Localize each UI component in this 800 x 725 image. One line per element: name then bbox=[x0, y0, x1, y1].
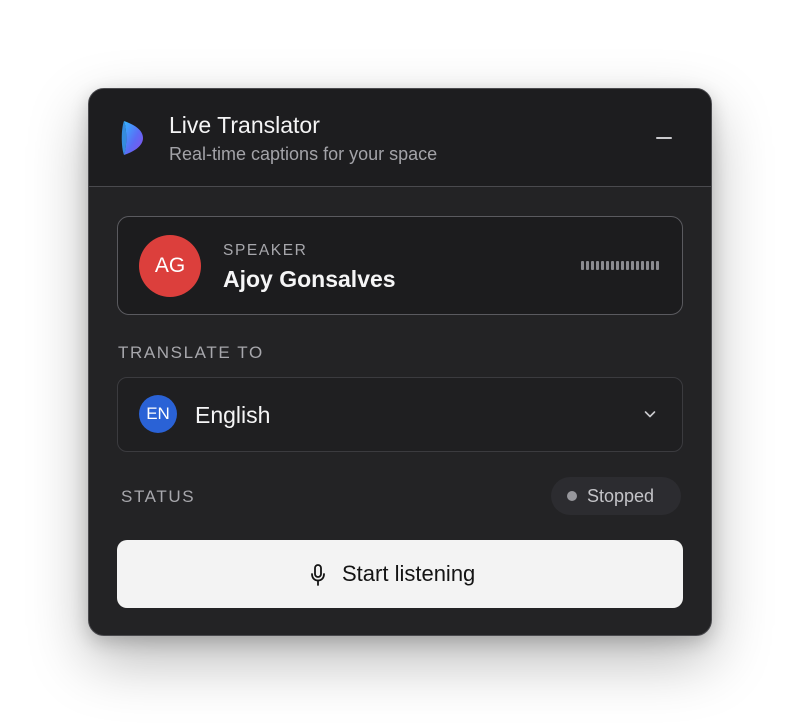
live-translator-panel: Live Translator Real-time captions for y… bbox=[88, 88, 712, 636]
status-badge: Stopped bbox=[551, 477, 681, 515]
translate-to-label: TRANSLATE TO bbox=[118, 343, 264, 362]
status-dot-icon bbox=[567, 491, 577, 501]
meter-bar bbox=[586, 261, 589, 270]
speaker-card: AG SPEAKER Ajoy Gonsalves bbox=[117, 216, 683, 315]
chevron-down-icon bbox=[644, 411, 656, 418]
language-code-badge: EN bbox=[139, 395, 177, 433]
app-logo-icon bbox=[121, 121, 143, 155]
minimize-button[interactable] bbox=[645, 117, 681, 153]
meter-bar bbox=[651, 261, 654, 270]
meter-bar bbox=[606, 261, 609, 270]
start-listening-button[interactable]: Start listening bbox=[117, 540, 683, 608]
speaker-label: SPEAKER bbox=[223, 242, 308, 259]
meter-bar bbox=[631, 261, 634, 270]
app-title: Live Translator bbox=[169, 112, 320, 138]
microphone-icon bbox=[311, 564, 325, 586]
meter-bar bbox=[656, 261, 659, 270]
meter-bar bbox=[596, 261, 599, 270]
meter-bar bbox=[636, 261, 639, 270]
speaker-avatar: AG bbox=[139, 235, 201, 297]
meter-bar bbox=[611, 261, 614, 270]
start-listening-label: Start listening bbox=[342, 561, 476, 586]
meter-bar bbox=[616, 261, 619, 270]
app-subtitle: Real-time captions for your space bbox=[169, 144, 438, 164]
meter-bar bbox=[646, 261, 649, 270]
selected-language: English bbox=[195, 402, 271, 428]
meter-bar bbox=[641, 261, 644, 270]
meter-bar bbox=[591, 261, 594, 270]
status-label: STATUS bbox=[121, 487, 196, 506]
speaker-name: Ajoy Gonsalves bbox=[223, 266, 396, 292]
meter-bar bbox=[621, 261, 624, 270]
meter-bar bbox=[601, 261, 604, 270]
language-select[interactable]: EN English bbox=[117, 377, 683, 452]
audio-level-meter bbox=[581, 261, 659, 270]
screen-background: Live Translator Real-time captions for y… bbox=[0, 0, 800, 725]
meter-bar bbox=[626, 261, 629, 270]
panel-header: Live Translator Real-time captions for y… bbox=[89, 89, 711, 187]
meter-bar bbox=[581, 261, 584, 270]
status-value: Stopped bbox=[587, 486, 655, 506]
